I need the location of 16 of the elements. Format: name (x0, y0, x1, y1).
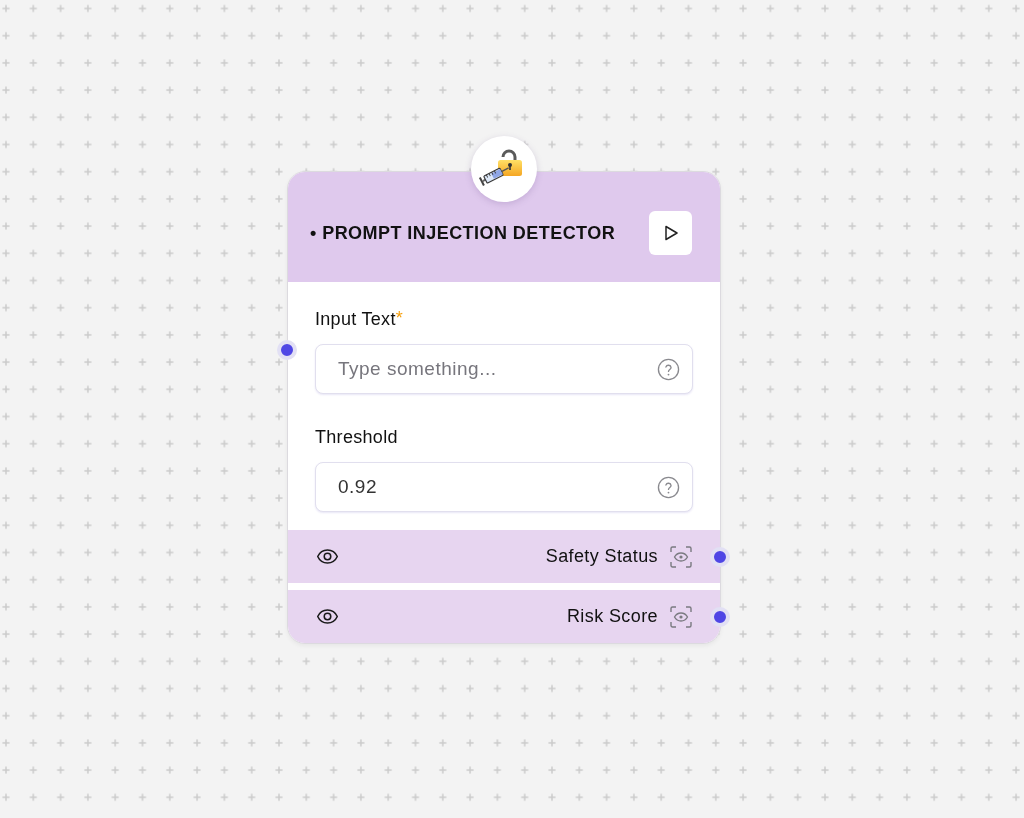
input-field[interactable]: Type something... (315, 344, 693, 394)
field-label: Threshold (315, 427, 398, 447)
node-title: • PROMPT INJECTION DETECTOR (310, 222, 616, 245)
eye-frame-icon[interactable] (670, 545, 692, 568)
eye-frame-icon[interactable] (670, 605, 692, 628)
help-icon[interactable] (657, 475, 680, 499)
output-label: Risk Score (566, 606, 658, 627)
help-icon[interactable] (657, 357, 680, 381)
output-handle[interactable] (710, 606, 730, 627)
input-handle[interactable] (277, 340, 297, 360)
field-label: Input Text (315, 309, 396, 329)
output-label: Safety Status (545, 546, 658, 567)
output-handle[interactable] (710, 546, 730, 567)
required-mark: * (395, 309, 403, 327)
input-field[interactable]: 0.92 (315, 462, 693, 512)
run-button[interactable] (649, 211, 692, 255)
